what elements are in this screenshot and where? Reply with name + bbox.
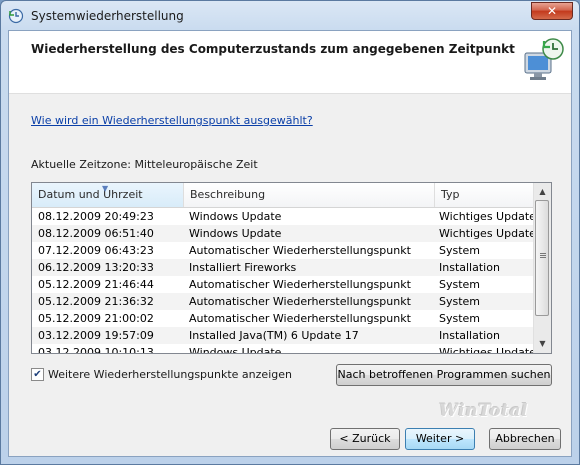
scroll-thumb[interactable] xyxy=(535,200,549,316)
dialog-body: Wiederherstellung des Computerzustands z… xyxy=(8,30,572,457)
title-bar[interactable]: Systemwiederherstellung ✕ xyxy=(1,1,579,31)
system-restore-icon xyxy=(8,8,24,24)
table-row[interactable]: 07.12.2009 06:43:23 Automatischer Wieder… xyxy=(32,242,534,259)
scroll-down-icon[interactable]: ▼ xyxy=(535,336,550,351)
row-type: System xyxy=(439,312,481,325)
column-header-date-label: Datum und Uhrzeit xyxy=(38,188,143,201)
close-button[interactable]: ✕ xyxy=(531,2,573,20)
grip-icon xyxy=(540,253,546,254)
table-row[interactable]: 06.12.2009 13:20:33 Installiert Firework… xyxy=(32,259,534,276)
vertical-scrollbar[interactable]: ▲ ▼ xyxy=(533,183,551,353)
column-header-description[interactable]: Beschreibung xyxy=(184,183,435,207)
row-description: Automatischer Wiederherstellungspunkt xyxy=(189,278,411,291)
row-description: Installed Java(TM) 6 Update 17 xyxy=(189,329,359,342)
help-link[interactable]: Wie wird ein Wiederherstellungspunkt aus… xyxy=(31,114,313,127)
window-title: Systemwiederherstellung xyxy=(31,9,184,23)
scan-programs-button[interactable]: Nach betroffenen Programmen suchen xyxy=(336,364,552,386)
row-description: Installiert Fireworks xyxy=(189,261,297,274)
system-restore-window: Systemwiederherstellung ✕ Wiederherstell… xyxy=(0,0,580,465)
table-row[interactable]: 05.12.2009 21:46:44 Automatischer Wieder… xyxy=(32,276,534,293)
row-type: System xyxy=(439,244,481,257)
show-more-checkbox[interactable]: ✔ xyxy=(31,368,44,381)
sort-arrow-icon: ▼ xyxy=(102,184,109,193)
back-button[interactable]: < Zurück xyxy=(330,428,400,450)
page-title: Wiederherstellung des Computerzustands z… xyxy=(31,42,515,56)
row-description: Automatischer Wiederherstellungspunkt xyxy=(189,295,411,308)
row-type: Wichtiges Update xyxy=(439,227,534,240)
row-date: 05.12.2009 21:46:44 xyxy=(38,278,154,291)
row-description: Automatischer Wiederherstellungspunkt xyxy=(189,244,411,257)
row-date: 03.12.2009 19:57:09 xyxy=(38,329,154,342)
column-header-type[interactable]: Typ xyxy=(435,183,534,207)
header-panel: Wiederherstellung des Computerzustands z… xyxy=(9,31,571,94)
column-header-date[interactable]: ▼ Datum und Uhrzeit xyxy=(32,183,184,207)
row-date: 08.12.2009 06:51:40 xyxy=(38,227,154,240)
row-type: Installation xyxy=(439,261,500,274)
list-header: ▼ Datum und Uhrzeit Beschreibung Typ xyxy=(32,183,534,208)
row-date: 05.12.2009 21:36:32 xyxy=(38,295,154,308)
row-type: System xyxy=(439,278,481,291)
row-type: Installation xyxy=(439,329,500,342)
row-date: 05.12.2009 21:00:02 xyxy=(38,312,154,325)
cancel-button[interactable]: Abbrechen xyxy=(489,428,561,450)
column-header-type-label: Typ xyxy=(441,188,460,201)
next-button[interactable]: Weiter > xyxy=(405,428,475,450)
list-rows: 08.12.2009 20:49:23 Windows Update Wicht… xyxy=(32,208,534,354)
watermark-logo: WinTotal xyxy=(439,401,528,421)
row-date: 06.12.2009 13:20:33 xyxy=(38,261,154,274)
row-description: Windows Update xyxy=(189,210,282,223)
table-row[interactable]: 03.12.2009 19:57:09 Installed Java(TM) 6… xyxy=(32,327,534,344)
row-type: Wichtiges Update xyxy=(439,346,534,354)
row-date: 08.12.2009 20:49:23 xyxy=(38,210,154,223)
table-row[interactable]: 03.12.2009 10:10:13 Windows Update Wicht… xyxy=(32,344,534,354)
scroll-up-icon[interactable]: ▲ xyxy=(535,184,550,199)
show-more-label: Weitere Wiederherstellungspunkte anzeige… xyxy=(48,368,292,381)
table-row[interactable]: 05.12.2009 21:00:02 Automatischer Wieder… xyxy=(32,310,534,327)
row-date: 07.12.2009 06:43:23 xyxy=(38,244,154,257)
row-description: Windows Update xyxy=(189,346,282,354)
column-header-description-label: Beschreibung xyxy=(190,188,266,201)
table-row[interactable]: 08.12.2009 20:49:23 Windows Update Wicht… xyxy=(32,208,534,225)
restore-points-list[interactable]: ▼ Datum und Uhrzeit Beschreibung Typ 08.… xyxy=(31,182,552,354)
row-date: 03.12.2009 10:10:13 xyxy=(38,346,154,354)
row-type: System xyxy=(439,295,481,308)
row-type: Wichtiges Update xyxy=(439,210,534,223)
table-row[interactable]: 05.12.2009 21:36:32 Automatischer Wieder… xyxy=(32,293,534,310)
row-description: Automatischer Wiederherstellungspunkt xyxy=(189,312,411,325)
restore-monitor-icon xyxy=(524,38,564,80)
row-description: Windows Update xyxy=(189,227,282,240)
timezone-label: Aktuelle Zeitzone: Mitteleuropäische Zei… xyxy=(31,158,258,171)
table-row[interactable]: 08.12.2009 06:51:40 Windows Update Wicht… xyxy=(32,225,534,242)
